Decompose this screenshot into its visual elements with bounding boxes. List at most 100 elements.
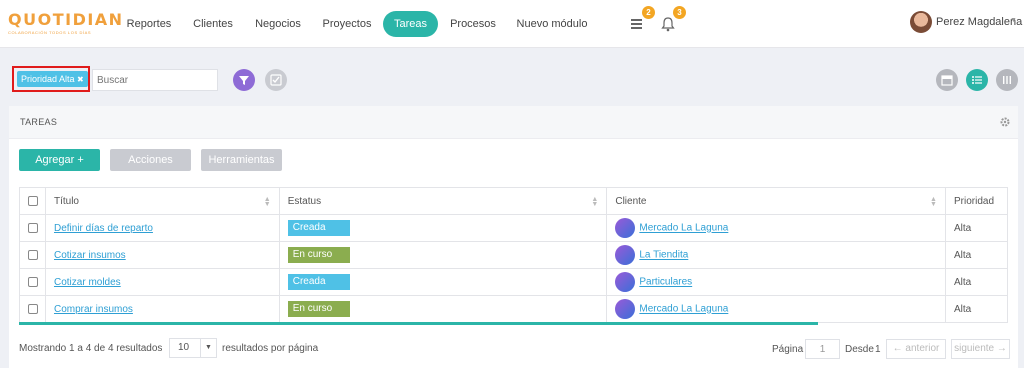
table-header-row: Título ▲ ▼ Estatus ▲ ▼ Cliente ▲ ▼ Prioridad: [19, 187, 1009, 215]
client-link[interactable]: Mercado La Laguna: [639, 223, 728, 234]
col-priority-label: Prioridad: [953, 195, 995, 207]
calendar-icon: [941, 75, 953, 86]
page-input[interactable]: [805, 339, 840, 359]
total-pages: 1: [875, 344, 881, 355]
next-page-button[interactable]: siguiente →: [951, 339, 1010, 359]
col-status-label: Estatus: [287, 195, 322, 207]
title-cell: Cotizar insumos: [44, 241, 280, 269]
task-link[interactable]: Cotizar insumos: [54, 250, 126, 261]
row-checkbox[interactable]: [28, 222, 38, 233]
app-logo[interactable]: QUOTIDIAN COLABORACIÓN TODOS LOS DÍAS: [8, 10, 124, 38]
client-avatar: [615, 245, 636, 265]
client-cell: Mercado La Laguna: [606, 295, 946, 323]
row-checkbox[interactable]: [28, 276, 38, 287]
client-cell: Mercado La Laguna: [606, 214, 946, 242]
priority-cell: Alta: [944, 268, 1009, 296]
sort-icon: ▲ ▼: [930, 196, 937, 208]
filter-chip[interactable]: Prioridad Alta ✖: [17, 71, 88, 87]
priority-cell: Alta: [944, 241, 1009, 269]
add-button[interactable]: Agregar +: [19, 149, 100, 171]
close-icon[interactable]: ✖: [77, 75, 84, 84]
col-title[interactable]: Título ▲ ▼: [44, 187, 280, 215]
nav-procesos[interactable]: Procesos: [446, 11, 500, 37]
nav-reportes[interactable]: Reportes: [120, 11, 178, 37]
nav-proyectos[interactable]: Proyectos: [316, 11, 378, 37]
status-cell: En curso: [278, 241, 608, 269]
user-menu[interactable]: Perez Magdalena ▼: [904, 8, 1024, 38]
task-link[interactable]: Definir días de reparto: [54, 223, 153, 234]
nav-negocios[interactable]: Negocios: [248, 11, 308, 37]
row-select-cell: [19, 241, 46, 269]
priority-cell: Alta: [944, 295, 1009, 323]
funnel-icon: [239, 76, 249, 85]
tools-button[interactable]: Herramientas: [201, 149, 282, 171]
client-avatar: [615, 272, 636, 292]
tasks-panel: TAREAS Agregar + Acciones Herramientas T…: [9, 106, 1018, 368]
chevron-down-icon: ▼: [200, 339, 216, 357]
horizontal-scrollbar[interactable]: [19, 322, 818, 325]
select-button[interactable]: [265, 69, 287, 91]
row-select-cell: [19, 268, 46, 296]
status-badge: Creada: [287, 220, 350, 236]
row-checkbox[interactable]: [28, 303, 38, 314]
list-notifications-button[interactable]: 2: [625, 6, 655, 36]
task-link[interactable]: Comprar insumos: [54, 304, 133, 315]
title-cell: Cotizar moldes: [44, 268, 280, 296]
client-cell: Particulares: [606, 268, 946, 296]
logo-tagline: COLABORACIÓN TODOS LOS DÍAS: [8, 30, 92, 35]
col-title-label: Título: [53, 195, 79, 207]
logo-text: QUOTIDIAN: [8, 10, 124, 29]
select-all-cell: [19, 187, 46, 215]
check-icon: [270, 74, 282, 86]
bell-button[interactable]: 3: [656, 6, 686, 36]
active-filter-highlight: Prioridad Alta ✖: [12, 66, 90, 92]
table-row: Comprar insumos En curso Mercado La Lagu…: [19, 295, 1009, 323]
prev-page-button[interactable]: ← anterior: [886, 339, 946, 359]
table-row: Definir días de reparto Creada Mercado L…: [19, 214, 1009, 242]
nav-clientes[interactable]: Clientes: [186, 11, 240, 37]
title-cell: Comprar insumos: [44, 295, 280, 323]
col-status[interactable]: Estatus ▲ ▼: [278, 187, 608, 215]
list-view-icon: [972, 76, 982, 84]
tasks-table: Título ▲ ▼ Estatus ▲ ▼ Cliente ▲ ▼ Prioridad D…: [19, 187, 1009, 323]
filter-button[interactable]: [233, 69, 255, 91]
row-select-cell: [19, 214, 46, 242]
per-page-select[interactable]: 10 ▼: [169, 338, 217, 358]
results-summary: Mostrando 1 a 4 de 4 resultados: [19, 343, 163, 354]
actions-button[interactable]: Acciones: [110, 149, 191, 171]
per-page-label: resultados por página: [222, 343, 319, 354]
chevron-down-icon: ▼: [1010, 17, 1017, 24]
search-input[interactable]: [92, 69, 218, 91]
client-link[interactable]: La Tiendita: [639, 250, 688, 261]
status-cell: Creada: [278, 268, 608, 296]
row-checkbox[interactable]: [28, 249, 38, 260]
status-badge: Creada: [287, 274, 350, 290]
columns-icon: [1003, 76, 1011, 84]
bell-badge: 3: [673, 6, 686, 19]
gear-icon[interactable]: [1000, 117, 1010, 127]
nav-tareas[interactable]: Tareas: [383, 11, 438, 37]
top-navbar: QUOTIDIAN COLABORACIÓN TODOS LOS DÍAS Re…: [0, 0, 1024, 48]
avatar: [910, 11, 932, 33]
client-link[interactable]: Particulares: [639, 277, 692, 288]
table-row: Cotizar moldes Creada Particulares Alta: [19, 268, 1009, 296]
list-view-button[interactable]: [966, 69, 988, 91]
calendar-view-button[interactable]: [936, 69, 958, 91]
panel-header: TAREAS: [9, 106, 1018, 139]
status-cell: En curso: [278, 295, 608, 323]
kanban-view-button[interactable]: [996, 69, 1018, 91]
table-row: Cotizar insumos En curso La Tiendita Alt…: [19, 241, 1009, 269]
sort-icon: ▲ ▼: [263, 196, 271, 208]
page-label: Página: [772, 344, 804, 355]
col-client[interactable]: Cliente ▲ ▼: [606, 187, 946, 215]
client-avatar: [615, 218, 636, 238]
col-priority[interactable]: Prioridad: [944, 187, 1009, 215]
select-all-checkbox[interactable]: [28, 195, 38, 206]
nav-nuevo-modulo[interactable]: Nuevo módulo: [512, 11, 592, 37]
per-page-value: 10: [178, 342, 190, 353]
list-badge: 2: [642, 6, 655, 19]
client-link[interactable]: Mercado La Laguna: [639, 304, 728, 315]
priority-cell: Alta: [944, 214, 1009, 242]
client-cell: La Tiendita: [606, 241, 946, 269]
task-link[interactable]: Cotizar moldes: [54, 277, 121, 288]
